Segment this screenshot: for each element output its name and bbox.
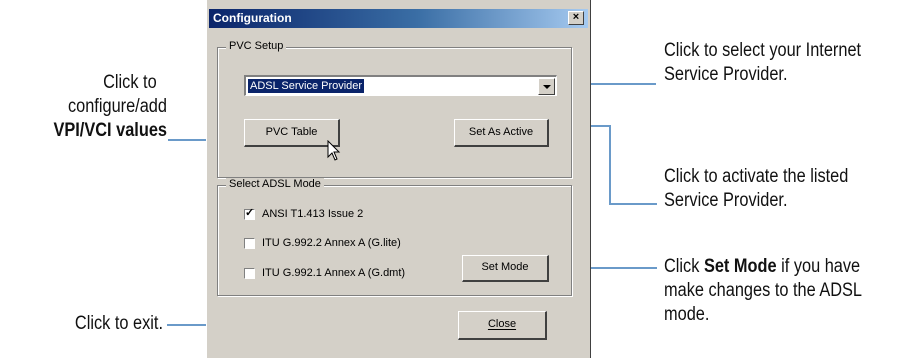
checkbox-g-lite[interactable]	[244, 238, 255, 249]
annotation-setmode-line2: make changes to the ADSL	[664, 280, 863, 301]
option-ansi-label: ANSI T1.413 Issue 2	[262, 208, 364, 220]
annotation-activate-line2: Service Provider.	[664, 190, 788, 211]
annotation-exit: Click to exit.	[74, 313, 163, 334]
annotation-activate-line1: Click to activate the listed	[664, 166, 849, 187]
leader-line-activate-v	[609, 125, 611, 205]
option-g-lite-label: ITU G.992.2 Annex A (G.lite)	[262, 237, 401, 249]
annotation-provider-line2: Service Provider.	[664, 64, 788, 85]
annotation-pvc-line3: VPI/VCI values	[53, 120, 167, 141]
annotation-provider-line1: Click to select your Internet	[664, 40, 862, 61]
pvc-table-button[interactable]: PVC Table	[244, 119, 340, 147]
annotation-pvc-table: Click to configure/add VPI/VCI values	[23, 71, 167, 143]
option-g-dmt-label: ITU G.992.1 Annex A (G.dmt)	[262, 267, 406, 279]
annotation-setmode-line1: Click Set Mode if you have	[664, 256, 861, 277]
dialog-title: Configuration	[213, 11, 292, 25]
close-icon[interactable]: ×	[568, 11, 584, 25]
configuration-dialog: Configuration × PVC Setup ADSL Service P…	[206, 0, 591, 358]
close-button[interactable]: Close	[458, 311, 547, 340]
set-as-active-button[interactable]: Set As Active	[454, 119, 549, 147]
pvc-setup-legend: PVC Setup	[226, 40, 287, 52]
leader-line-activate-h2	[609, 203, 657, 205]
mouse-cursor-icon	[327, 140, 341, 161]
provider-dropdown[interactable]: ADSL Service Provider	[244, 75, 557, 96]
chevron-down-icon[interactable]	[538, 78, 555, 95]
annotation-setmode-line3: mode.	[664, 304, 710, 325]
annotation-provider: Click to select your Internet Service Pr…	[664, 39, 905, 87]
adsl-mode-group: Select ADSL Mode ✓ ANSI T1.413 Issue 2 I…	[217, 178, 572, 296]
checkbox-ansi[interactable]: ✓	[244, 207, 255, 220]
pvc-setup-group: PVC Setup ADSL Service Provider PVC Tabl…	[217, 40, 572, 178]
provider-selected-value: ADSL Service Provider	[248, 79, 365, 93]
annotation-set-mode: Click Set Mode if you have make changes …	[664, 255, 905, 327]
adsl-mode-legend: Select ADSL Mode	[226, 178, 324, 190]
annotation-pvc-line1: Click to	[103, 72, 157, 93]
checkbox-g-dmt[interactable]	[244, 268, 255, 279]
close-button-label: Close	[487, 318, 517, 330]
title-bar[interactable]: Configuration ×	[209, 9, 588, 28]
annotation-pvc-line2: configure/add	[67, 96, 167, 117]
checkmark-icon: ✓	[245, 207, 255, 219]
set-mode-button[interactable]: Set Mode	[462, 255, 549, 282]
annotation-activate: Click to activate the listed Service Pro…	[664, 165, 905, 213]
